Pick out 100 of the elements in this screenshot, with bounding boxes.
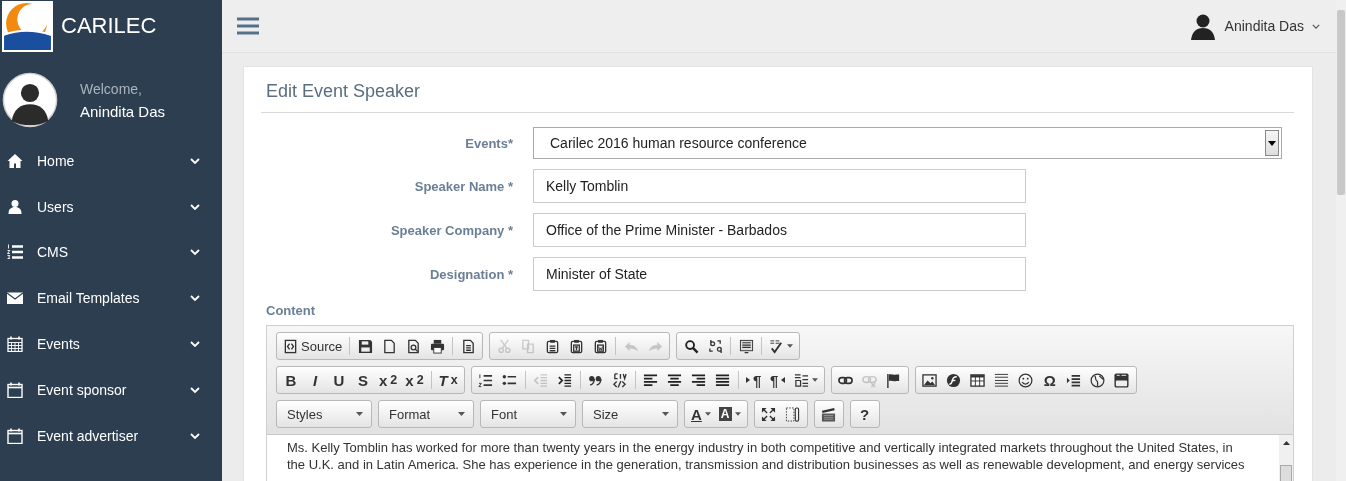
toolbar-button[interactable]: ¶	[765, 368, 790, 392]
scroll-up-arrow-icon[interactable]	[1282, 441, 1290, 445]
field-label: Designation *	[428, 266, 513, 282]
nav-item[interactable]: Home	[0, 138, 222, 184]
toolbar-dropdown[interactable]: Size	[585, 402, 675, 426]
clipboard-word-icon	[592, 338, 608, 354]
sun-wave-logo-icon	[2, 0, 53, 52]
calendar-icon	[7, 381, 23, 398]
outdent-icon	[533, 372, 549, 388]
caret-down-icon	[787, 344, 794, 348]
field-label: Speaker Company *	[389, 222, 513, 238]
select-all-icon	[738, 338, 754, 354]
user-menu[interactable]: Anindita Das	[1188, 12, 1320, 40]
nav-item[interactable]: Users	[0, 183, 222, 230]
align-left-icon	[643, 372, 659, 388]
toolbar-dropdown[interactable]: Font	[483, 402, 573, 426]
clapperboard-icon	[821, 406, 836, 422]
scissors-icon	[496, 338, 512, 354]
toolbar-button[interactable]: ?	[852, 402, 877, 426]
user-name: Anindita Das	[80, 102, 166, 120]
chevron-down-icon	[190, 295, 200, 302]
toolbar-button[interactable]: S	[351, 368, 375, 392]
toolbar-button[interactable]: A	[714, 402, 745, 426]
horizontal-lines-icon	[994, 372, 1010, 388]
replace-icon	[707, 338, 723, 354]
chevron-down-icon	[190, 432, 200, 439]
user-silhouette-icon	[1188, 12, 1217, 40]
globe-icon	[1090, 372, 1106, 388]
toolbar-button[interactable]: I	[303, 368, 327, 392]
numbered-list-icon	[7, 244, 23, 261]
expand-arrows-icon	[761, 406, 776, 422]
events-select[interactable]: Carilec 2016 human resource conference	[533, 127, 1282, 159]
toolbar-button[interactable]: U	[327, 368, 351, 392]
numbered-list-icon	[478, 372, 494, 388]
language-icon	[793, 372, 809, 388]
caret-down-icon	[560, 412, 567, 416]
page-title: Edit Event Speaker	[261, 67, 1294, 113]
caret-down-icon	[458, 412, 465, 416]
menu-icon[interactable]	[237, 17, 259, 35]
toolbar-button[interactable]: Ω	[1037, 368, 1062, 392]
calendar-icon	[7, 427, 23, 444]
bullet-list-icon	[502, 372, 518, 388]
caret-down-icon	[734, 412, 741, 416]
caret-down-icon	[811, 378, 818, 382]
blank-page-icon	[381, 338, 397, 354]
triangle-right-icon	[746, 377, 751, 383]
text-input[interactable]: Kelly Tomblin	[533, 169, 1026, 203]
welcome-text: Welcome,	[80, 80, 143, 97]
nav-item[interactable]: CMS	[0, 229, 222, 276]
div-tag-icon	[612, 372, 628, 388]
chevron-down-icon	[190, 203, 200, 210]
image-icon	[922, 372, 938, 388]
nav-item[interactable]: Event sponsor	[0, 367, 222, 413]
indent-icon	[557, 372, 573, 388]
letter-a-label: A	[718, 407, 732, 421]
field-label: Speaker Name *	[413, 178, 513, 194]
chevron-down-icon	[1312, 23, 1320, 29]
toolbar-button[interactable]: B	[279, 368, 303, 392]
caret-down-icon	[704, 412, 711, 416]
source-button[interactable]: Source	[279, 334, 347, 358]
toolbar-dropdown[interactable]: Format	[381, 402, 471, 426]
clipboard-text-icon	[568, 338, 584, 354]
text-input[interactable]: Minister of State	[533, 257, 1026, 291]
search-icon	[683, 338, 699, 354]
toolbar-dropdown[interactable]: Styles	[279, 402, 369, 426]
chevron-down-icon	[190, 341, 200, 348]
envelope-icon	[7, 290, 23, 307]
caret-down-icon	[356, 412, 363, 416]
toolbar-button[interactable]: A	[687, 402, 715, 426]
nav-item[interactable]: Event advertiser	[0, 412, 222, 459]
clipboard-icon	[544, 338, 560, 354]
user-icon	[7, 198, 23, 215]
field-label: Events*	[464, 135, 513, 151]
nav-item[interactable]: Email Templates	[0, 275, 222, 322]
page-magnifier-icon	[405, 338, 421, 354]
content-label: Content	[266, 303, 317, 318]
table-icon	[970, 372, 986, 388]
text-input[interactable]: Office of the Prime Minister - Barbados	[533, 213, 1026, 247]
triangle-left-icon	[781, 377, 786, 383]
pilcrow-label: ¶	[753, 371, 762, 389]
align-justify-icon	[715, 372, 731, 388]
printer-icon	[429, 338, 445, 354]
chevron-down-icon	[190, 157, 200, 164]
editor-text: Ms. Kelly Tomblin has worked for more than twenty years in the energy industry in both competitive and vertically integrated markets throughout the United States, in the U.K. and in Latin America. She has experience in the generation, transmission and distribution businesses as well as renewable development, and energy services	[286, 439, 1246, 474]
pilcrow-label: ¶	[770, 371, 779, 389]
brand-name: CARILEC	[61, 13, 157, 39]
nav-item[interactable]: Events	[0, 321, 222, 367]
toolbar-button[interactable]: ¶	[741, 368, 766, 392]
spellcheck-icon	[769, 338, 785, 354]
letter-a-label: A	[691, 405, 702, 423]
code-page-icon	[283, 338, 298, 354]
align-center-icon	[667, 372, 683, 388]
document-lines-icon	[460, 338, 476, 354]
flash-circle-icon	[946, 372, 962, 388]
calendar-grid-icon	[7, 336, 23, 353]
flag-icon	[886, 372, 902, 388]
chevron-down-icon	[190, 249, 200, 256]
source-label: Source	[301, 338, 343, 354]
show-blocks-icon	[785, 406, 800, 422]
avatar-silhouette-icon	[2, 72, 58, 128]
